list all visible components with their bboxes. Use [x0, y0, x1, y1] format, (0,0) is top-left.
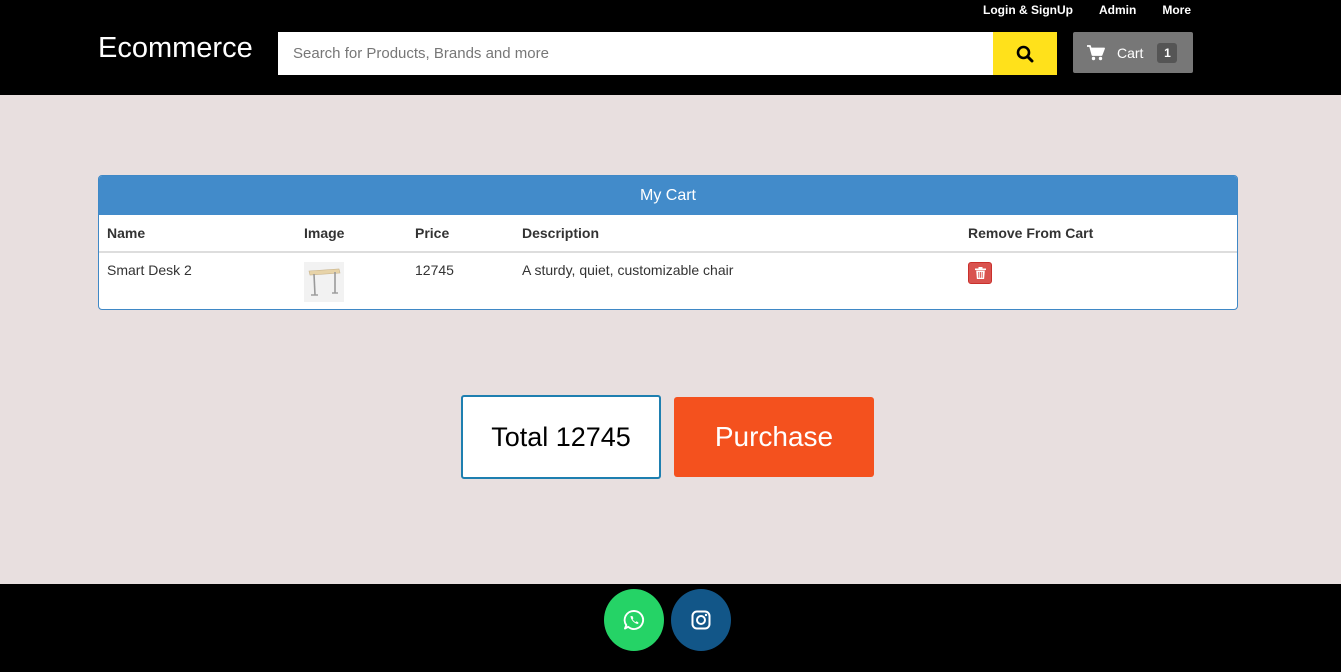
total-amount-box: Total 12745 — [461, 395, 661, 479]
product-price: 12745 — [415, 262, 454, 278]
column-header-remove: Remove From Cart — [960, 215, 1237, 253]
table-header-row: Name Image Price Description Remove From… — [99, 215, 1237, 253]
product-image-cell — [296, 252, 407, 308]
product-name: Smart Desk 2 — [107, 262, 192, 278]
cart-button[interactable]: Cart 1 — [1073, 32, 1193, 73]
cart-count-badge: 1 — [1157, 42, 1178, 63]
remove-from-cart-button[interactable] — [968, 262, 992, 284]
login-signup-link[interactable]: Login & SignUp — [983, 3, 1073, 17]
cart-table: Name Image Price Description Remove From… — [99, 215, 1237, 308]
column-header-image: Image — [296, 215, 407, 253]
whatsapp-icon — [623, 610, 645, 630]
search-input[interactable] — [278, 32, 993, 75]
desk-thumbnail — [304, 262, 344, 302]
cart-panel: My Cart Name Image Price Description Rem… — [98, 175, 1238, 310]
shopping-cart-icon — [1087, 44, 1105, 61]
search-icon — [1016, 45, 1034, 62]
top-navbar: Login & SignUp Admin More Ecommerce Cart… — [0, 0, 1341, 95]
column-header-price: Price — [407, 215, 514, 253]
column-header-description: Description — [514, 215, 960, 253]
instagram-button[interactable] — [671, 589, 731, 651]
purchase-button[interactable]: Purchase — [674, 397, 874, 477]
cart-label: Cart — [1117, 44, 1144, 61]
product-description: A sturdy, quiet, customizable chair — [522, 262, 734, 278]
search-bar — [278, 32, 1057, 75]
more-link[interactable]: More — [1162, 3, 1191, 17]
trash-icon — [974, 267, 986, 279]
top-links: Login & SignUp Admin More — [983, 3, 1191, 17]
footer — [0, 584, 1341, 672]
column-header-name: Name — [99, 215, 296, 253]
whatsapp-button[interactable] — [604, 589, 664, 651]
instagram-icon — [691, 610, 711, 630]
admin-link[interactable]: Admin — [1099, 3, 1136, 17]
table-row: Smart Desk 2 12745 A sturdy, quiet, cust… — [99, 252, 1237, 308]
search-button[interactable] — [993, 32, 1057, 75]
brand-logo[interactable]: Ecommerce — [98, 32, 253, 65]
remove-cell — [960, 252, 1237, 308]
cart-panel-title: My Cart — [99, 176, 1237, 215]
